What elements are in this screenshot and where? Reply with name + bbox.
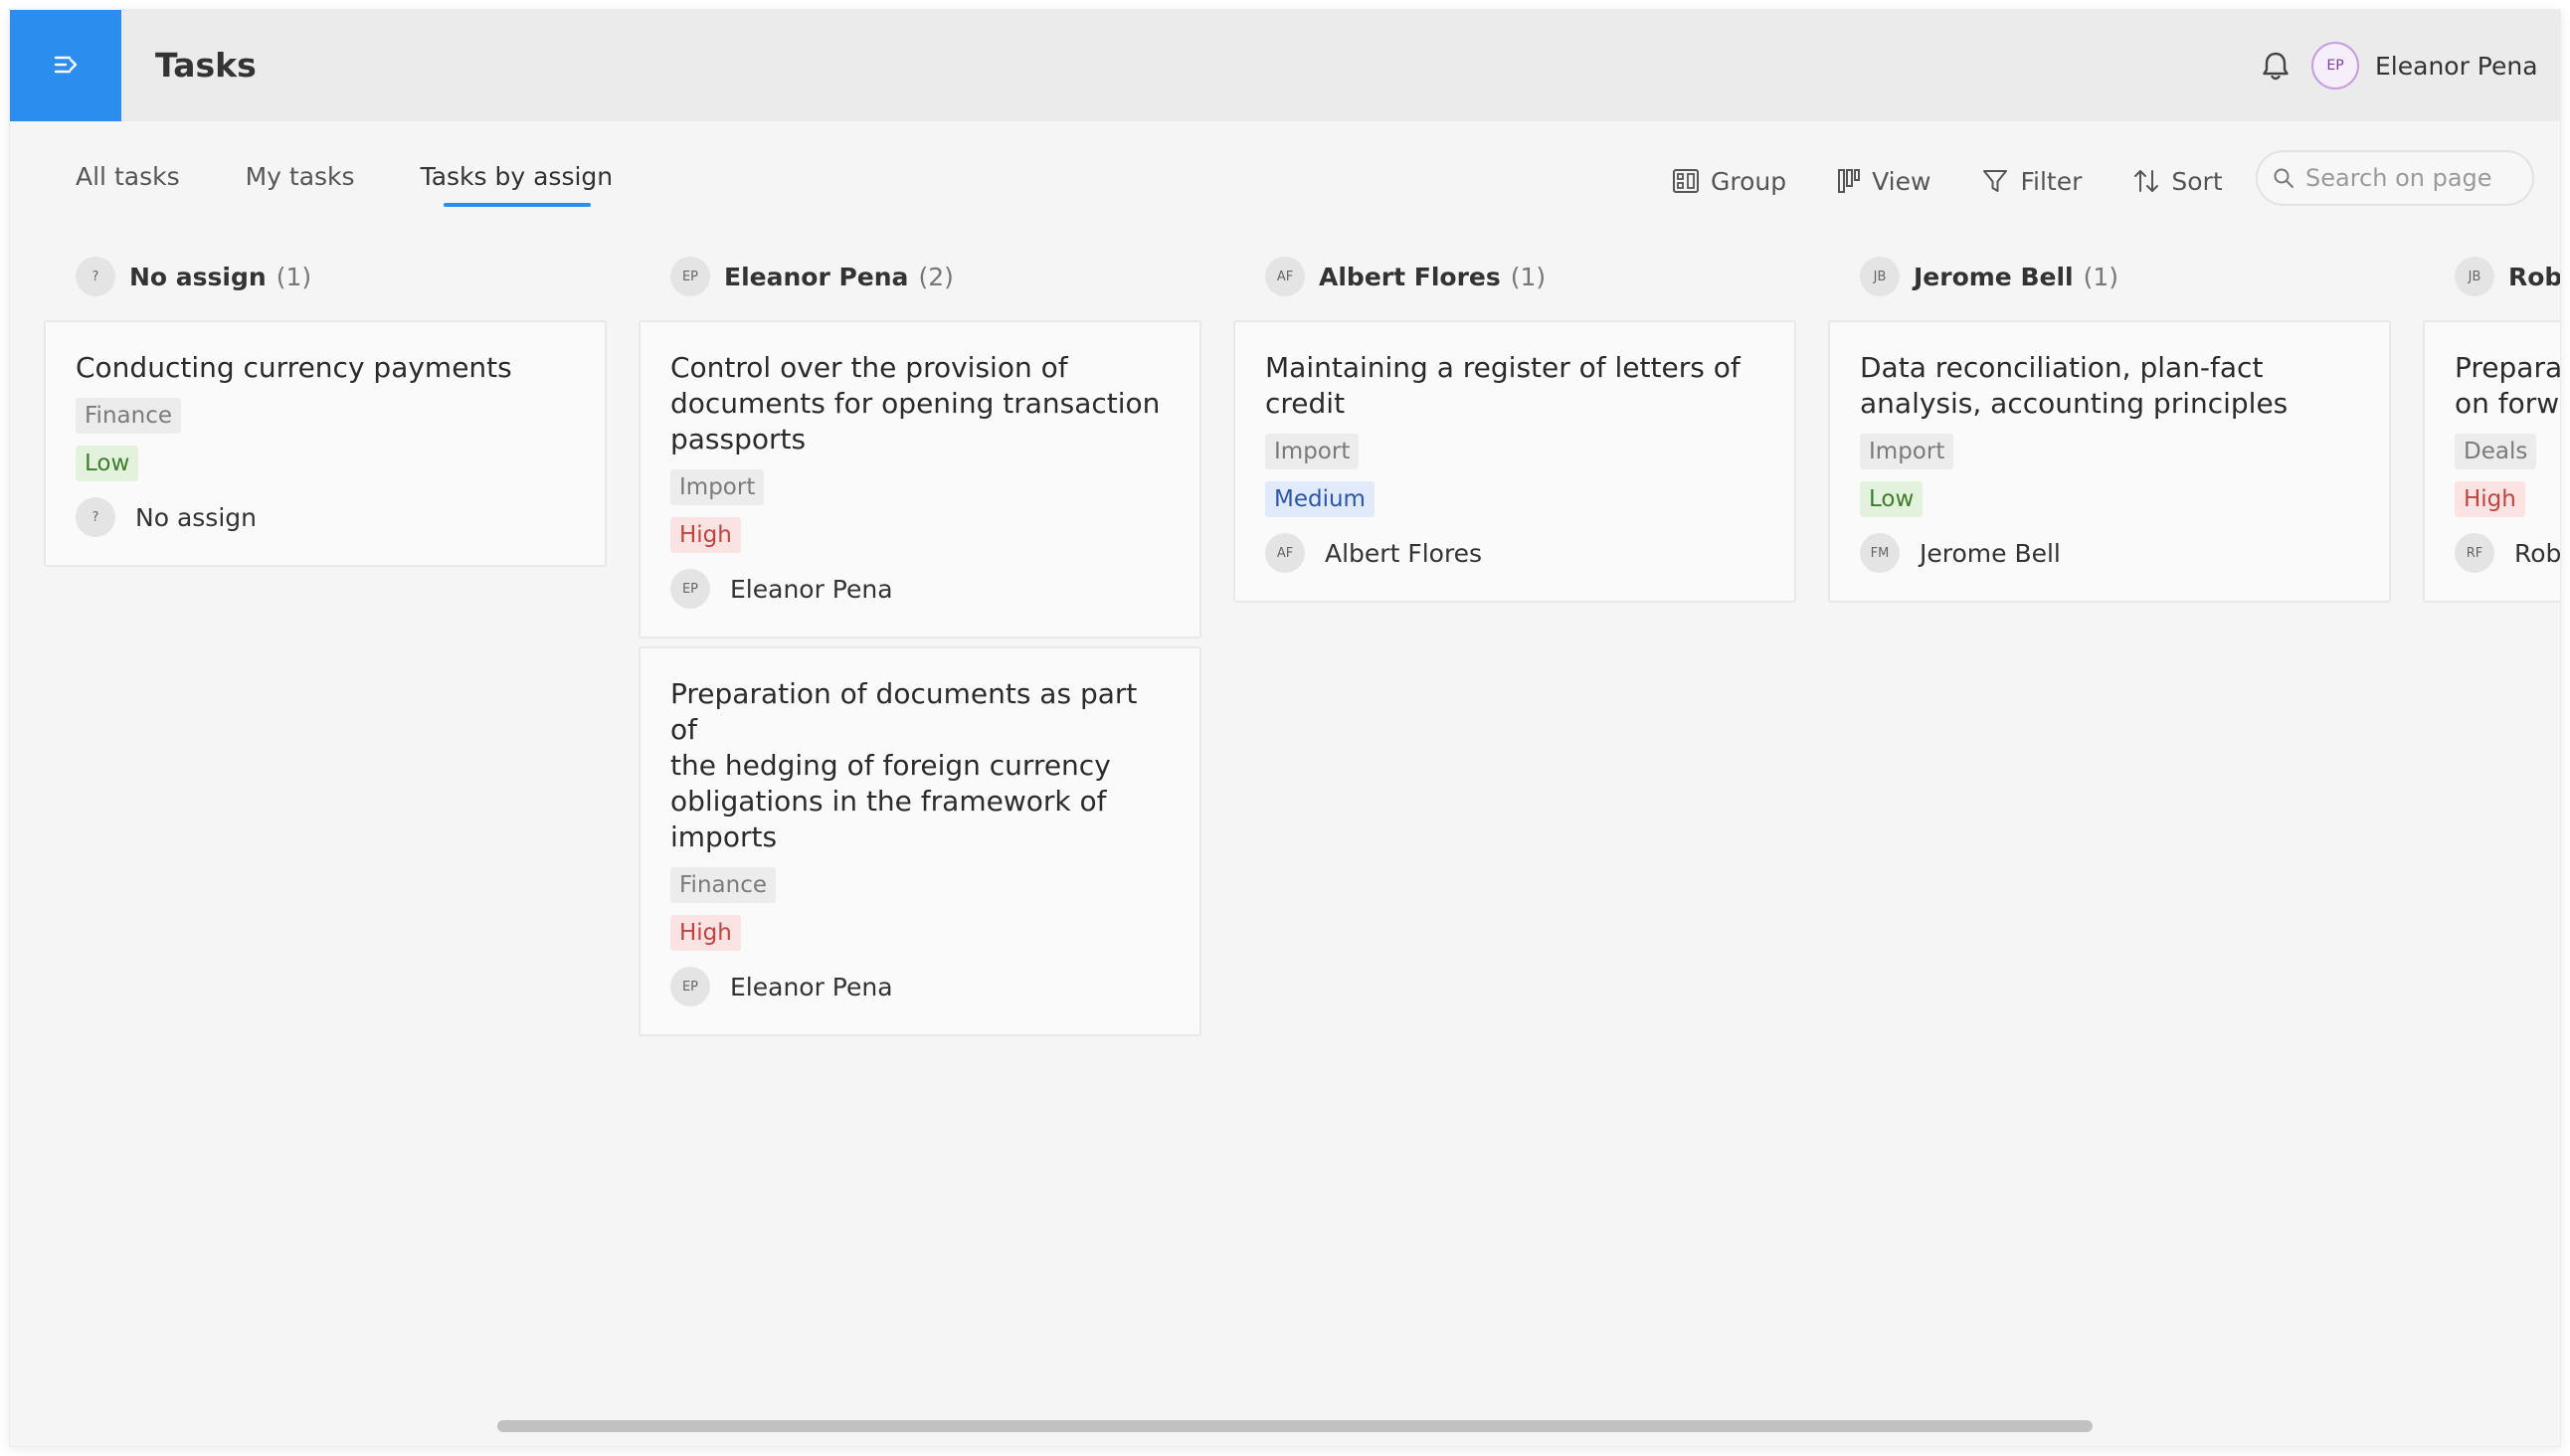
task-title: Control over the provision of documents … (670, 351, 1161, 455)
column-count: (2) (918, 262, 954, 291)
task-title: Prepara on forw (2455, 351, 2560, 420)
task-assignee: AF Albert Flores (1265, 533, 1764, 573)
priority-tag: High (670, 915, 741, 951)
menu-toggle-button[interactable] (10, 10, 121, 121)
priority-tag: High (670, 517, 741, 553)
task-card[interactable]: Control over the provision of documents … (639, 320, 1201, 638)
tab-all-tasks[interactable]: All tasks (76, 157, 180, 207)
sort-button[interactable]: Sort (2131, 159, 2223, 203)
column-title: Albert Flores (1319, 262, 1501, 291)
sort-icon (2134, 170, 2159, 192)
user-menu[interactable]: EP Eleanor Pena (2311, 40, 2538, 91)
column-title: No assign (129, 262, 267, 291)
column-header: AF Albert Flores (1) (1233, 251, 1796, 302)
bell-icon (2263, 52, 2289, 81)
avatar: FM (1860, 533, 1900, 573)
board-column: JB Rob Prepara on forw Deals High RF Rob (2423, 251, 2560, 611)
avatar: AF (1265, 257, 1305, 296)
user-name: Eleanor Pena (2375, 51, 2538, 81)
avatar: ? (76, 497, 115, 537)
task-assignee: EP Eleanor Pena (670, 569, 1170, 609)
column-header: JB Rob (2423, 251, 2560, 302)
column-count: (1) (275, 262, 312, 291)
task-assignee: FM Jerome Bell (1860, 533, 2359, 573)
avatar: AF (1265, 533, 1305, 573)
filter-button[interactable]: Filter (1980, 159, 2082, 203)
avatar: EP (2311, 42, 2359, 90)
board-column: AF Albert Flores (1) Maintaining a regis… (1233, 251, 1796, 611)
category-tag: Import (670, 469, 765, 505)
column-header: JB Jerome Bell (1) (1828, 251, 2391, 302)
assignee-name: Jerome Bell (1920, 538, 2061, 568)
kanban-view-icon (1838, 169, 1861, 193)
avatar: EP (670, 257, 710, 296)
active-tab-indicator (443, 203, 592, 207)
page-title: Tasks (155, 46, 257, 85)
task-assignee: EP Eleanor Pena (670, 967, 1170, 1006)
task-assignee: ? No assign (76, 497, 575, 537)
group-icon (1673, 169, 1699, 193)
task-card[interactable]: Conducting currency payments Finance Low… (44, 320, 607, 567)
task-assignee: RF Rob (2455, 533, 2560, 573)
column-count: (1) (1510, 262, 1547, 291)
menu-expand-icon (54, 56, 78, 74)
category-tag: Deals (2455, 434, 2537, 469)
board-column: EP Eleanor Pena (2) Control over the pro… (639, 251, 1201, 1044)
avatar: ? (76, 257, 115, 296)
task-card[interactable]: Prepara on forw Deals High RF Rob (2423, 320, 2560, 603)
view-button[interactable]: View (1836, 159, 1930, 203)
priority-tag: High (2455, 481, 2525, 517)
priority-tag: Low (76, 446, 139, 481)
avatar: EP (670, 967, 710, 1006)
category-tag: Finance (670, 867, 776, 903)
column-title: Rob (2508, 262, 2560, 291)
search-input[interactable] (2305, 164, 2524, 192)
tab-tasks-by-assign[interactable]: Tasks by assign (421, 157, 613, 207)
horizontal-scrollbar[interactable] (497, 1420, 2093, 1432)
task-card[interactable]: Preparation of documents as part of the … (639, 646, 1201, 1036)
assignee-name: Rob (2514, 538, 2560, 568)
assignee-name: Eleanor Pena (730, 972, 893, 1001)
task-title: Conducting currency payments (76, 351, 512, 384)
assignee-name: No assign (135, 502, 257, 532)
priority-tag: Low (1860, 481, 1924, 517)
notifications-button[interactable] (2256, 46, 2295, 86)
filter-icon (1983, 170, 2008, 192)
column-header: EP Eleanor Pena (2) (639, 251, 1201, 302)
task-card[interactable]: Data reconciliation, plan-fact analysis,… (1828, 320, 2391, 603)
category-tag: Import (1265, 434, 1360, 469)
avatar: RF (2455, 533, 2494, 573)
column-count: (1) (2083, 262, 2119, 291)
category-tag: Finance (76, 398, 181, 434)
task-title: Maintaining a register of letters of cre… (1265, 351, 1741, 420)
priority-tag: Medium (1265, 481, 1375, 517)
group-button[interactable]: Group (1671, 159, 1786, 203)
category-tag: Import (1860, 434, 1954, 469)
view-tabs: All tasks My tasks Tasks by assign (76, 157, 678, 207)
task-title: Preparation of documents as part of the … (670, 677, 1138, 853)
search-icon (2274, 168, 2294, 188)
column-title: Eleanor Pena (724, 262, 909, 291)
app-window: Tasks EP Eleanor Pena All tasks My tasks… (10, 10, 2560, 1446)
avatar: JB (1860, 257, 1900, 296)
tab-my-tasks[interactable]: My tasks (246, 157, 355, 207)
column-title: Jerome Bell (1914, 262, 2074, 291)
assignee-name: Eleanor Pena (730, 574, 893, 604)
avatar: EP (670, 569, 710, 609)
task-card[interactable]: Maintaining a register of letters of cre… (1233, 320, 1796, 603)
board-toolbar: Group View Filter Sort (1671, 159, 2273, 203)
search-box[interactable] (2256, 150, 2534, 206)
column-header: ? No assign (1) (44, 251, 607, 302)
board-column: ? No assign (1) Conducting currency paym… (44, 251, 607, 575)
assignee-name: Albert Flores (1325, 538, 1483, 568)
board-column: JB Jerome Bell (1) Data reconciliation, … (1828, 251, 2391, 611)
top-bar: Tasks EP Eleanor Pena (10, 10, 2560, 121)
task-title: Data reconciliation, plan-fact analysis,… (1860, 351, 2289, 420)
avatar: JB (2455, 257, 2494, 296)
